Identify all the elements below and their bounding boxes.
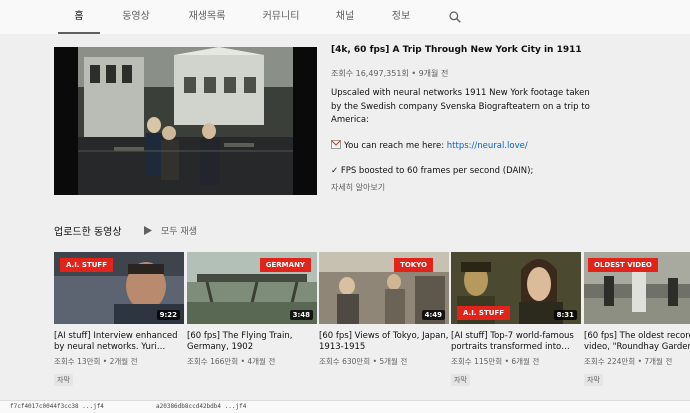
envelope-icon <box>331 140 341 149</box>
video-title[interactable]: [60 fps] The oldest recorded video, "Rou… <box>584 331 690 353</box>
video-card[interactable]: GERMANY 3:48 [60 fps] The Flying Train, … <box>187 252 317 367</box>
featured-contact-line: You can reach me here: https://neural.lo… <box>331 140 528 151</box>
video-thumbnail[interactable]: TOKYO 4:49 <box>319 252 449 324</box>
channel-home-content: [4k, 60 fps] A Trip Through New York Cit… <box>0 34 690 413</box>
subtitle-badge: 자막 <box>54 374 73 386</box>
play-all-label: 모두 재생 <box>161 226 197 237</box>
uploads-section-title: 업로드한 동영상 <box>54 227 122 238</box>
play-icon <box>144 225 152 235</box>
search-button[interactable] <box>448 0 470 34</box>
featured-video-title[interactable]: [4k, 60 fps] A Trip Through New York Cit… <box>331 45 582 55</box>
video-meta: 조회수 224만회 • 7개월 전 <box>584 357 673 366</box>
video-thumbnail[interactable]: A.I. STUFF 8:31 <box>451 252 581 324</box>
tab-home[interactable]: 홈 <box>58 0 100 34</box>
download-item[interactable]: f7cf4017c0044f3cc38 ...jf4 <box>10 403 104 410</box>
thumbnail-tag: TOKYO <box>394 258 433 272</box>
thumbnail-tag: A.I. STUFF <box>457 306 510 320</box>
subtitle-badge: 자막 <box>584 374 603 386</box>
video-title[interactable]: [AI stuff] Interview enhanced by neural … <box>54 331 184 353</box>
video-title[interactable]: [60 fps] Views of Tokyo, Japan, 1913-191… <box>319 331 449 353</box>
featured-video-frame <box>54 47 317 195</box>
download-item[interactable]: a20386db8ccd42bdb4 ...jf4 <box>156 403 246 410</box>
video-thumbnail[interactable]: A.I. STUFF 9:22 <box>54 252 184 324</box>
video-meta: 조회수 115만회 • 6개월 전 <box>451 357 540 366</box>
featured-video-thumbnail[interactable] <box>54 47 317 195</box>
download-bar: f7cf4017c0044f3cc38 ...jf4 a20386db8ccd4… <box>0 400 690 413</box>
play-all-button[interactable]: 모두 재생 <box>144 223 197 237</box>
video-card[interactable]: A.I. STUFF 8:31 [AI stuff] Top-7 world-f… <box>451 252 581 386</box>
video-title[interactable]: [60 fps] The Flying Train, Germany, 1902 <box>187 331 317 353</box>
tab-videos[interactable]: 동영상 <box>114 0 158 34</box>
video-duration: 9:22 <box>156 310 180 320</box>
channel-tabs: 홈 동영상 재생목록 커뮤니티 채널 정보 <box>0 0 690 34</box>
video-card[interactable]: A.I. STUFF 9:22 [AI stuff] Interview enh… <box>54 252 184 386</box>
video-thumbnail[interactable]: OLDEST VIDEO <box>584 252 690 324</box>
contact-link[interactable]: https://neural.love/ <box>447 141 528 151</box>
tab-playlists[interactable]: 재생목록 <box>178 0 236 34</box>
subtitle-badge: 자막 <box>451 374 470 386</box>
featured-video-meta: 조회수 16,497,351회 • 9개월 전 <box>331 69 449 78</box>
video-card[interactable]: TOKYO 4:49 [60 fps] Views of Tokyo, Japa… <box>319 252 449 367</box>
featured-fps-line: ✓ FPS boosted to 60 frames per second (D… <box>331 166 534 176</box>
search-icon <box>449 11 461 23</box>
tab-community[interactable]: 커뮤니티 <box>252 0 310 34</box>
video-title[interactable]: [AI stuff] Top-7 world-famous portraits … <box>451 331 581 353</box>
video-meta: 조회수 13만회 • 2개월 전 <box>54 357 138 366</box>
video-duration: 3:48 <box>289 310 313 320</box>
thumbnail-tag: GERMANY <box>259 258 311 272</box>
featured-video-description: Upscaled with neural networks 1911 New Y… <box>331 88 590 125</box>
video-thumbnail[interactable]: GERMANY 3:48 <box>187 252 317 324</box>
contact-prefix: You can reach me here: <box>344 141 447 151</box>
channel-page: 홈 동영상 재생목록 커뮤니티 채널 정보 [4k, 60 fps] A Tri… <box>0 0 690 413</box>
thumbnail-tag: A.I. STUFF <box>60 258 113 272</box>
thumbnail-tag: OLDEST VIDEO <box>588 258 658 272</box>
read-more-link[interactable]: 자세히 알아보기 <box>331 182 385 193</box>
tab-channels[interactable]: 채널 <box>328 0 362 34</box>
video-meta: 조회수 630만회 • 5개월 전 <box>319 357 408 366</box>
video-meta: 조회수 166만회 • 4개월 전 <box>187 357 276 366</box>
tab-about[interactable]: 정보 <box>384 0 418 34</box>
video-card[interactable]: OLDEST VIDEO [60 fps] The oldest recorde… <box>584 252 690 386</box>
video-duration: 8:31 <box>553 310 577 320</box>
video-duration: 4:49 <box>421 310 445 320</box>
